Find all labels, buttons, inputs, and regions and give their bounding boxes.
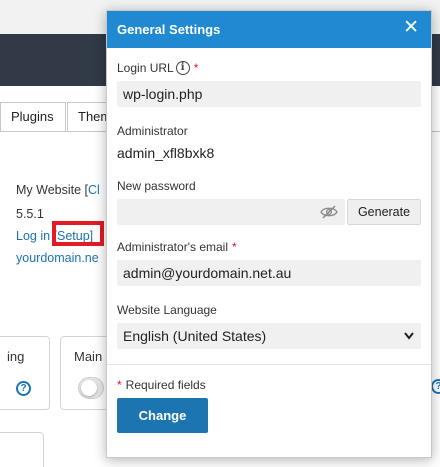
login-url-input[interactable]: [117, 81, 421, 107]
website-language-value: English (United States): [123, 328, 267, 344]
settings-card-left: ing ?: [0, 336, 50, 410]
change-button[interactable]: Change: [117, 398, 208, 433]
info-icon[interactable]: i: [175, 61, 190, 75]
required-fields-text: Required fields: [125, 378, 206, 392]
help-icon[interactable]: ?: [16, 381, 31, 396]
administrator-label: Administrator: [117, 124, 188, 138]
administrator-value: admin_xfl8bxk8: [117, 145, 215, 161]
dialog-header: General Settings ✕: [107, 11, 431, 48]
settings-card-middle-label: Main: [74, 349, 103, 364]
site-name: My Website [Cl: [16, 183, 100, 197]
login-url-label-row: Login URL i *: [117, 61, 198, 75]
site-domain-link[interactable]: yourdomain.ne: [16, 251, 99, 265]
site-version: 5.5.1: [16, 207, 44, 221]
settings-card-bottom: [0, 432, 44, 467]
login-link[interactable]: Log in: [16, 229, 50, 243]
required-fields-note: * Required fields: [117, 378, 206, 392]
tab-plugins[interactable]: Plugins: [0, 102, 66, 132]
dialog-title: General Settings: [117, 22, 221, 37]
new-password-input[interactable]: [117, 199, 345, 225]
dialog-divider: [107, 364, 431, 365]
new-password-label: New password: [117, 179, 196, 193]
setup-highlight-box: [52, 221, 104, 246]
tab-plugins-label: Plugins: [11, 109, 54, 124]
admin-email-input[interactable]: [117, 260, 421, 286]
generate-password-button[interactable]: Generate: [347, 199, 421, 225]
toggle-knob: [81, 380, 97, 396]
website-language-select[interactable]: English (United States): [117, 323, 421, 349]
feature-toggle[interactable]: [78, 377, 104, 399]
required-mark: *: [117, 378, 122, 392]
close-icon[interactable]: ✕: [403, 18, 419, 38]
settings-card-left-label: ing: [7, 349, 25, 364]
admin-email-label-row: Administrator's email *: [117, 240, 237, 254]
site-name-link[interactable]: Cl: [88, 183, 100, 197]
login-url-label: Login URL: [117, 61, 174, 75]
eye-slash-icon[interactable]: [315, 200, 343, 224]
general-settings-dialog: General Settings ✕ Login URL i * Adminis…: [106, 10, 432, 458]
help-icon-right[interactable]: ?: [431, 379, 440, 394]
admin-email-label: Administrator's email: [117, 240, 228, 254]
required-mark: *: [193, 61, 199, 75]
website-language-label: Website Language: [117, 303, 217, 317]
chevron-down-icon: [403, 324, 415, 356]
site-name-label: My Website [: [16, 183, 89, 197]
required-mark: *: [232, 240, 237, 254]
